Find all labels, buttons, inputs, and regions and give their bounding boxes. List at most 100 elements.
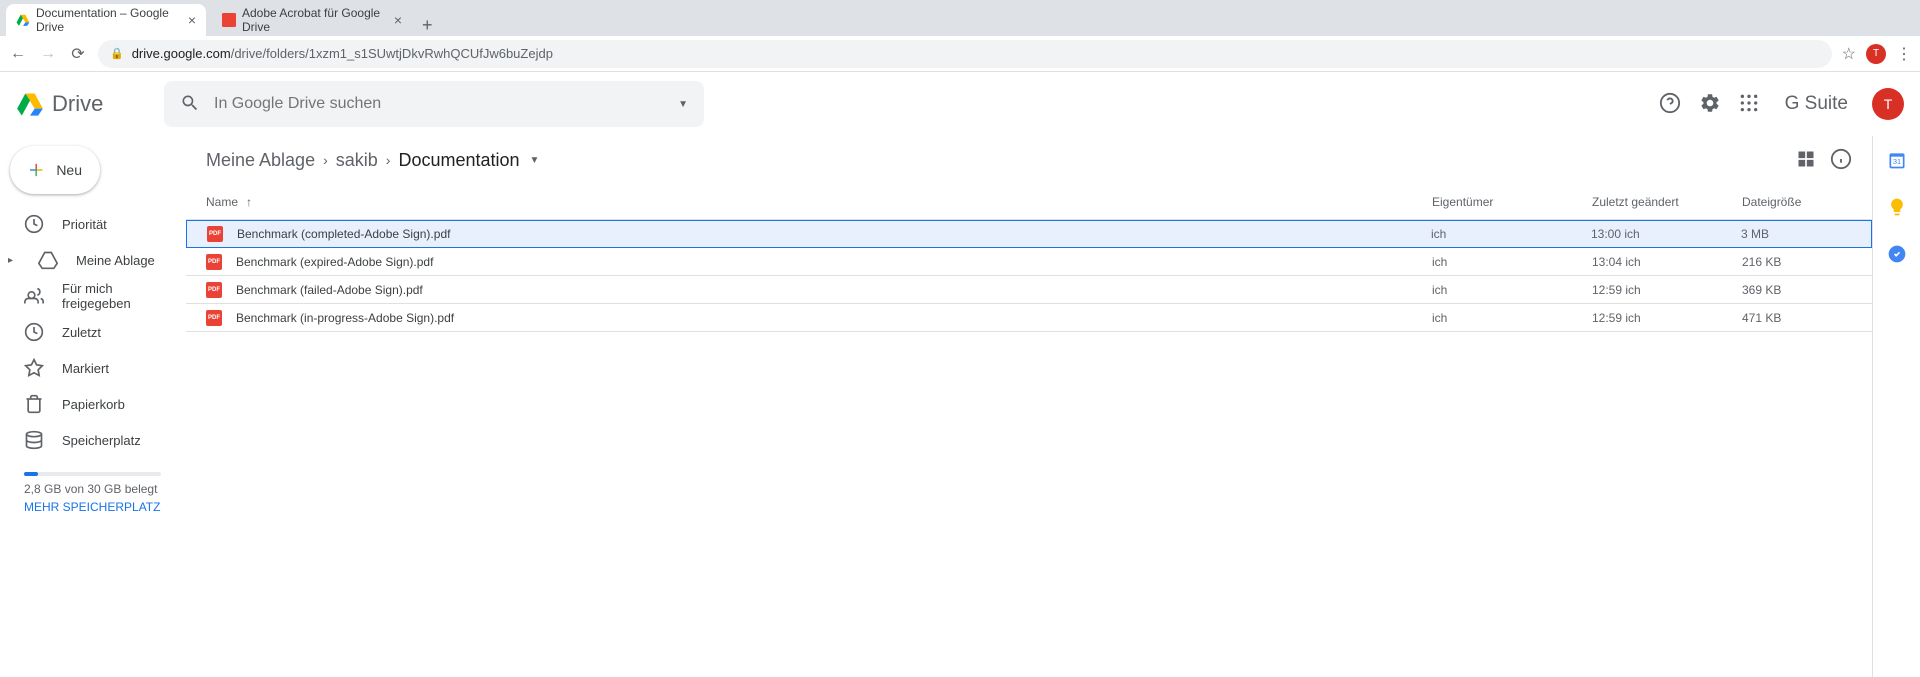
browser-tab-strip: Documentation – Google Drive × Adobe Acr…	[0, 0, 1920, 36]
svg-text:31: 31	[1892, 157, 1900, 166]
bookmark-star-icon[interactable]: ☆	[1842, 44, 1856, 64]
file-modified: 12:59 ich	[1592, 283, 1742, 297]
new-button[interactable]: Neu	[10, 146, 100, 194]
file-owner: ich	[1432, 255, 1592, 269]
settings-icon[interactable]	[1699, 92, 1721, 117]
close-icon[interactable]: ×	[188, 12, 196, 28]
nav-label: Papierkorb	[62, 397, 125, 412]
sidebar-storage[interactable]: Speicherplatz	[0, 422, 185, 458]
browser-profile[interactable]: T	[1866, 44, 1886, 64]
tab-title: Adobe Acrobat für Google Drive	[242, 6, 382, 34]
drive-header: Drive ▼ G Suite T	[0, 72, 1920, 136]
back-button[interactable]: ←	[8, 45, 28, 63]
info-icon[interactable]	[1830, 148, 1852, 173]
list-header: Name ↑ Eigentümer Zuletzt geändert Datei…	[186, 184, 1872, 220]
storage-section: 2,8 GB von 30 GB belegt MEHR SPEICHERPLA…	[0, 458, 185, 522]
lock-icon: 🔒	[110, 47, 124, 60]
main-layout: Neu Priorität ▸ Meine Ablage Für mich freig…	[0, 136, 1920, 677]
close-icon[interactable]: ×	[394, 12, 402, 28]
column-size[interactable]: Dateigröße	[1742, 195, 1852, 209]
file-owner: ich	[1432, 311, 1592, 325]
breadcrumb: Meine Ablage › sakib › Documentation ▼	[206, 150, 539, 171]
chevron-right-icon: ›	[386, 152, 391, 168]
nav-label: Priorität	[62, 217, 107, 232]
file-row[interactable]: PDF Benchmark (completed-Adobe Sign).pdfi…	[186, 220, 1872, 248]
shared-icon	[24, 286, 44, 306]
buy-storage-link[interactable]: MEHR SPEICHERPLATZ	[24, 500, 161, 514]
storage-label: Speicherplatz	[62, 433, 141, 448]
breadcrumb-current[interactable]: Documentation	[398, 150, 519, 171]
support-icon[interactable]	[1659, 92, 1681, 117]
file-row[interactable]: PDFBenchmark (expired-Adobe Sign).pdfich…	[186, 248, 1872, 276]
breadcrumb-item[interactable]: sakib	[336, 150, 378, 171]
file-size: 369 KB	[1742, 283, 1852, 297]
sidebar-item-mydrive[interactable]: ▸ Meine Ablage	[0, 242, 185, 278]
apps-icon[interactable]	[1739, 93, 1759, 116]
tasks-icon[interactable]	[1887, 244, 1907, 267]
new-tab-button[interactable]: +	[412, 15, 443, 36]
file-modified: 12:59 ich	[1592, 311, 1742, 325]
pdf-icon: PDF	[207, 226, 223, 242]
grid-view-icon[interactable]	[1796, 149, 1816, 172]
url: drive.google.com/drive/folders/1xzm1_s1S…	[132, 46, 553, 61]
chevron-down-icon[interactable]: ▼	[530, 155, 540, 166]
column-modified[interactable]: Zuletzt geändert	[1592, 195, 1742, 209]
browser-tab-inactive[interactable]: Adobe Acrobat für Google Drive ×	[212, 4, 412, 36]
column-owner[interactable]: Eigentümer	[1432, 195, 1592, 209]
storage-text: 2,8 GB von 30 GB belegt	[24, 482, 161, 496]
header-actions: G Suite T	[1659, 88, 1904, 120]
search-bar[interactable]: ▼	[164, 81, 704, 127]
sidebar-item-starred[interactable]: Markiert	[0, 350, 185, 386]
sidebar-item-recent[interactable]: Zuletzt	[0, 314, 185, 350]
drive-logo-icon	[16, 90, 44, 118]
side-panel: 31	[1872, 136, 1920, 677]
expand-icon[interactable]: ▸	[8, 255, 20, 266]
mydrive-icon	[38, 250, 58, 270]
trash-icon	[24, 394, 44, 414]
pdf-icon: PDF	[206, 254, 222, 270]
file-size: 216 KB	[1742, 255, 1852, 269]
account-avatar[interactable]: T	[1872, 88, 1904, 120]
recent-icon	[24, 322, 44, 342]
drive-favicon	[16, 12, 30, 28]
pdf-icon: PDF	[206, 310, 222, 326]
gsuite-label: G Suite	[1785, 93, 1848, 115]
nav-label: Meine Ablage	[76, 253, 155, 268]
sidebar-item-shared[interactable]: Für mich freigegeben	[0, 278, 185, 314]
file-modified: 13:00 ich	[1591, 227, 1741, 241]
browser-menu-icon[interactable]: ⋮	[1896, 44, 1912, 64]
sort-arrow-up-icon: ↑	[246, 195, 252, 209]
keep-icon[interactable]	[1887, 197, 1907, 220]
priority-icon	[24, 214, 44, 234]
file-size: 3 MB	[1741, 227, 1851, 241]
sidebar-item-trash[interactable]: Papierkorb	[0, 386, 185, 422]
address-bar[interactable]: 🔒 drive.google.com/drive/folders/1xzm1_s…	[98, 40, 1832, 68]
drive-logo-text: Drive	[52, 91, 103, 117]
storage-bar	[24, 472, 161, 476]
search-options-icon[interactable]: ▼	[678, 99, 688, 110]
file-owner: ich	[1431, 227, 1591, 241]
breadcrumb-item[interactable]: Meine Ablage	[206, 150, 315, 171]
column-name[interactable]: Name ↑	[206, 195, 1432, 209]
sidebar-item-priority[interactable]: Priorität	[0, 206, 185, 242]
drive-logo[interactable]: Drive	[16, 90, 156, 118]
chevron-right-icon: ›	[323, 152, 328, 168]
file-name: Benchmark (in-progress-Adobe Sign).pdf	[236, 311, 1432, 325]
content-area: Meine Ablage › sakib › Documentation ▼ N…	[185, 136, 1872, 677]
file-size: 471 KB	[1742, 311, 1852, 325]
new-button-label: Neu	[56, 162, 82, 178]
forward-button[interactable]: →	[38, 45, 58, 63]
nav-label: Markiert	[62, 361, 109, 376]
reload-button[interactable]: ⟳	[68, 44, 88, 64]
file-owner: ich	[1432, 283, 1592, 297]
search-input[interactable]	[214, 95, 664, 113]
browser-tab-active[interactable]: Documentation – Google Drive ×	[6, 4, 206, 36]
file-row[interactable]: PDFBenchmark (failed-Adobe Sign).pdfich1…	[186, 276, 1872, 304]
file-row[interactable]: PDF Benchmark (in-progress-Adobe Sign).pd…	[186, 304, 1872, 332]
file-name: Benchmark (completed-Adobe Sign).pdf	[237, 227, 1431, 241]
search-icon	[180, 93, 200, 116]
nav-label: Zuletzt	[62, 325, 101, 340]
file-modified: 13:04 ich	[1592, 255, 1742, 269]
storage-icon	[24, 430, 44, 450]
calendar-icon[interactable]: 31	[1887, 150, 1907, 173]
